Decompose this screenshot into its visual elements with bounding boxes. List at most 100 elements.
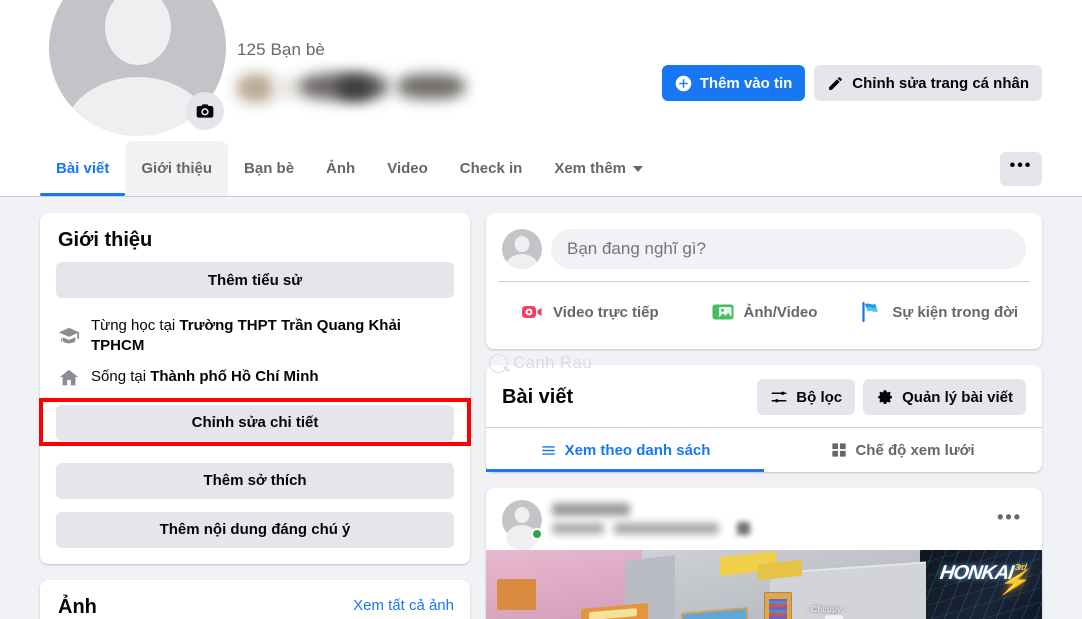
home-icon — [58, 367, 80, 389]
post-composer-card: Video trực tiếp Ảnh/Video Sự kiện trong … — [486, 213, 1042, 349]
profile-more-options-button[interactable]: ••• — [1000, 151, 1042, 186]
profile-avatar[interactable] — [45, 0, 230, 140]
tab-about[interactable]: Giới thiệu — [125, 141, 229, 196]
add-hobbies-label: Thêm sở thích — [203, 472, 307, 489]
add-to-story-button[interactable]: Thêm vào tin — [661, 65, 806, 101]
add-hobbies-button[interactable]: Thêm sở thích — [56, 462, 454, 499]
post-item: ••• - Chuppy - HONKAI 3rd ⚡ — [486, 488, 1042, 619]
edit-details-highlight-wrapper: Chỉnh sửa chi tiết — [39, 397, 471, 446]
list-view-tab[interactable]: Xem theo danh sách — [486, 428, 764, 472]
avatar-head-shape — [514, 507, 530, 523]
add-featured-label: Thêm nội dung đáng chú ý — [159, 521, 351, 538]
post-header: ••• — [486, 488, 1042, 550]
posts-header-buttons: Bộ lọc Quản lý bài viết — [757, 379, 1026, 415]
profile-name-redacted — [237, 71, 469, 103]
list-icon — [540, 442, 557, 459]
intro-detail-hometown-text: Sống tại Thành phố Hồ Chí Minh — [91, 367, 319, 387]
hometown-prefix: Sống tại — [91, 368, 151, 386]
graduation-cap-icon — [58, 325, 80, 347]
tab-see-more[interactable]: Xem thêm — [538, 141, 659, 196]
scene-character-label: - Chuppy - — [805, 604, 848, 614]
live-video-label: Video trực tiếp — [553, 303, 659, 321]
photos-card-title: Ảnh — [58, 595, 97, 618]
redaction-blob — [552, 503, 630, 516]
avatar-head-shape — [104, 0, 171, 65]
profile-nav-tabs: Bài viết Giới thiệu Bạn bè Ảnh Video Che… — [40, 141, 659, 196]
profile-content: Giới thiệu Thêm tiểu sử Từng học tại Trư… — [0, 197, 1082, 619]
profile-header-inner: 125 Bạn bè Thêm vào tin Chỉnh sửa trang … — [0, 0, 1082, 141]
add-to-story-label: Thêm vào tin — [699, 74, 793, 92]
redaction-blob — [337, 77, 373, 99]
post-author-avatar[interactable] — [502, 500, 543, 550]
intro-detail-education-text: Từng học tại Trường THPT Trần Quang Khải… — [91, 316, 454, 357]
tab-friends[interactable]: Bạn bè — [228, 141, 310, 196]
grid-view-tab[interactable]: Chế độ xem lưới — [764, 428, 1042, 472]
intro-detail-education: Từng học tại Trường THPT Trần Quang Khải… — [56, 311, 454, 362]
friends-count: 125 Bạn bè — [237, 40, 325, 59]
redaction-blob — [737, 522, 750, 535]
edit-details-label: Chỉnh sửa chi tiết — [191, 414, 319, 431]
posts-section-header: Bài viết Bộ lọc Quản lý bài viết — [486, 365, 1042, 427]
tab-photos-label: Ảnh — [326, 160, 356, 177]
composer-input[interactable] — [551, 229, 1026, 269]
filter-button[interactable]: Bộ lọc — [757, 379, 856, 415]
scene-character — [825, 615, 843, 619]
scene-bookshelf — [764, 592, 792, 619]
composer-divider — [498, 281, 1030, 282]
live-video-icon — [520, 300, 544, 324]
live-video-action[interactable]: Video trực tiếp — [502, 293, 677, 331]
post-options-button[interactable]: ••• — [993, 507, 1026, 531]
list-view-label: Xem theo danh sách — [564, 441, 711, 459]
photo-video-label: Ảnh/Video — [743, 303, 818, 321]
tab-checkin[interactable]: Check in — [444, 141, 539, 196]
life-event-action[interactable]: Sự kiện trong đời — [851, 293, 1026, 331]
tab-photos[interactable]: Ảnh — [310, 141, 371, 196]
edit-profile-button[interactable]: Chỉnh sửa trang cá nhân — [814, 65, 1042, 101]
grid-icon — [831, 442, 847, 458]
photo-video-action[interactable]: Ảnh/Video — [677, 293, 852, 331]
posts-view-tabs: Xem theo danh sách Chế độ xem lưới — [486, 427, 1042, 472]
profile-nav-bar: Bài viết Giới thiệu Bạn bè Ảnh Video Che… — [0, 141, 1082, 196]
manage-posts-button[interactable]: Quản lý bài viết — [863, 379, 1026, 415]
filter-label: Bộ lọc — [796, 388, 843, 406]
tab-about-label: Giới thiệu — [141, 160, 213, 177]
grid-view-label: Chế độ xem lưới — [855, 441, 975, 459]
ellipsis-icon: ••• — [997, 507, 1022, 527]
add-bio-button[interactable]: Thêm tiểu sử — [56, 262, 454, 298]
right-column: Video trực tiếp Ảnh/Video Sự kiện trong … — [486, 213, 1042, 619]
plus-circle-icon — [675, 75, 692, 92]
post-author-meta-redacted — [552, 502, 983, 538]
edit-details-button[interactable]: Chỉnh sửa chi tiết — [56, 404, 454, 441]
tab-checkin-label: Check in — [459, 160, 523, 177]
add-bio-label: Thêm tiểu sử — [207, 271, 303, 289]
tab-posts-label: Bài viết — [56, 160, 110, 177]
posts-section-card: Canh Rau Bài viết Bộ lọc Quản lý bài viế… — [486, 353, 1042, 472]
online-status-dot — [531, 528, 543, 540]
redaction-blob — [614, 523, 719, 534]
life-event-flag-icon — [859, 300, 883, 324]
camera-icon[interactable] — [186, 92, 224, 130]
redaction-blob — [552, 523, 604, 534]
tab-see-more-label: Xem thêm — [554, 160, 627, 177]
tab-posts[interactable]: Bài viết — [40, 141, 126, 196]
edit-profile-label: Chỉnh sửa trang cá nhân — [852, 74, 1029, 92]
see-all-photos-link[interactable]: Xem tất cả ảnh — [353, 597, 454, 614]
photos-card: Ảnh Xem tất cả ảnh — [40, 579, 470, 619]
posts-section-title: Bài viết — [502, 385, 574, 408]
tab-videos[interactable]: Video — [371, 141, 444, 196]
redaction-blob — [397, 74, 465, 99]
post-image[interactable]: - Chuppy - HONKAI 3rd ⚡ — [486, 550, 1042, 619]
composer-avatar — [502, 229, 542, 269]
pencil-icon — [827, 75, 844, 92]
tab-friends-label: Bạn bè — [244, 160, 295, 177]
tab-videos-label: Video — [387, 160, 428, 177]
intro-card-title: Giới thiệu — [58, 229, 153, 251]
add-featured-button[interactable]: Thêm nội dung đáng chú ý — [56, 511, 454, 548]
gear-icon — [876, 388, 894, 406]
photos-card-header: Ảnh Xem tất cả ảnh — [56, 592, 454, 619]
hometown-value[interactable]: Thành phố Hồ Chí Minh — [150, 368, 318, 385]
redaction-blob — [237, 74, 275, 102]
left-column: Giới thiệu Thêm tiểu sử Từng học tại Trư… — [39, 213, 471, 619]
manage-posts-label: Quản lý bài viết — [902, 388, 1013, 406]
honkai-bolt-icon: ⚡ — [997, 568, 1030, 596]
